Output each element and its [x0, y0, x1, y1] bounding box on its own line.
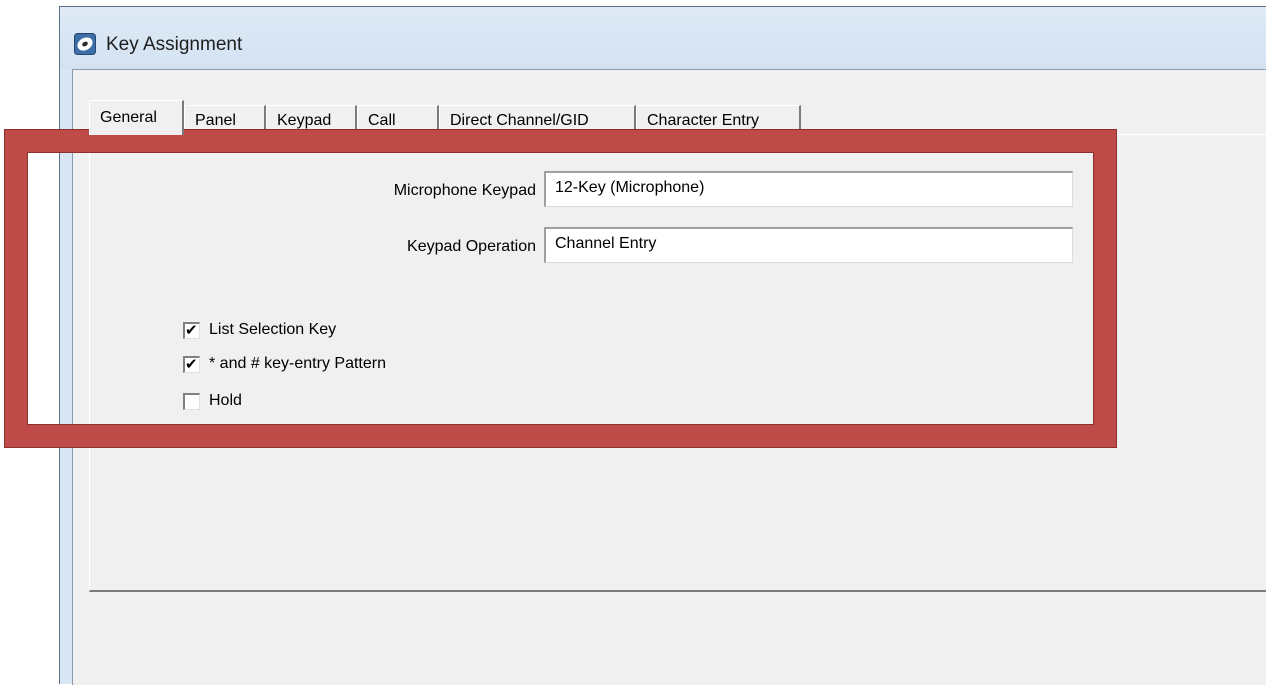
tab-panel-label: Panel [195, 112, 236, 129]
tab-general[interactable]: General [89, 100, 184, 135]
keypad-operation-label: Keypad Operation [407, 238, 536, 255]
microphone-keypad-label: Microphone Keypad [393, 182, 536, 199]
microphone-keypad-field[interactable]: 12-Key (Microphone) [544, 171, 1073, 207]
tab-general-label: General [100, 109, 157, 126]
title-bar: Key Assignment [60, 7, 1266, 69]
tab-keypad[interactable]: Keypad [266, 105, 357, 134]
keypad-operation-field[interactable]: Channel Entry [544, 227, 1073, 263]
general-tab-panel: Microphone Keypad 12-Key (Microphone) Ke… [89, 134, 1266, 592]
tab-call[interactable]: Call [357, 105, 439, 134]
tab-direct-channel-gid-label: Direct Channel/GID [450, 112, 589, 129]
key-assignment-window: Key Assignment General Panel Keypad Call… [59, 6, 1266, 685]
tab-call-label: Call [368, 112, 396, 129]
tab-character-entry[interactable]: Character Entry [636, 105, 801, 134]
tab-direct-channel-gid[interactable]: Direct Channel/GID [439, 105, 636, 134]
hold-label: Hold [209, 392, 242, 409]
client-area: General Panel Keypad Call Direct Channel… [72, 69, 1266, 685]
window-title: Key Assignment [106, 34, 243, 55]
tab-character-entry-label: Character Entry [647, 112, 760, 129]
checkmark-icon: ✔ [185, 322, 198, 339]
list-selection-key-checkbox[interactable]: ✔ [183, 322, 200, 339]
key-entry-pattern-label: * and # key-entry Pattern [209, 355, 386, 372]
key-entry-pattern-checkbox[interactable]: ✔ [183, 356, 200, 373]
tab-keypad-label: Keypad [277, 112, 332, 129]
hold-checkbox[interactable] [183, 393, 200, 410]
app-disc-icon [74, 33, 96, 55]
checkmark-icon: ✔ [185, 356, 198, 373]
list-selection-key-label: List Selection Key [209, 321, 337, 338]
tab-panel[interactable]: Panel [184, 105, 266, 134]
